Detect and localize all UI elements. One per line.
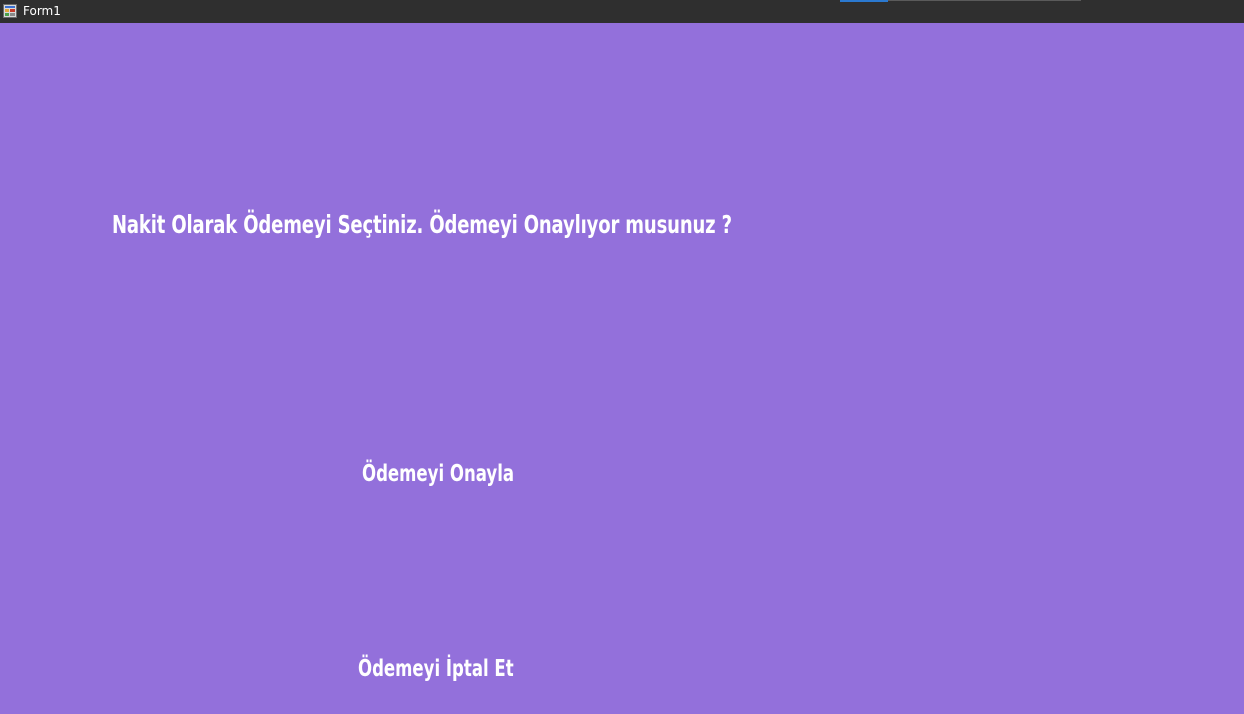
- payment-question-label: Nakit Olarak Ödemeyi Seçtiniz. Ödemeyi O…: [112, 210, 732, 239]
- confirm-payment-button[interactable]: Ödemeyi Onayla: [362, 461, 514, 487]
- title-bar-accent: [840, 0, 888, 2]
- title-bar: Form1: [0, 0, 1244, 23]
- cancel-payment-button[interactable]: Ödemeyi İptal Et: [358, 656, 514, 682]
- title-bar-divider: [888, 0, 1081, 1]
- form-client-area: Nakit Olarak Ödemeyi Seçtiniz. Ödemeyi O…: [0, 23, 1244, 714]
- window-title: Form1: [23, 4, 61, 18]
- app-icon: [3, 4, 17, 18]
